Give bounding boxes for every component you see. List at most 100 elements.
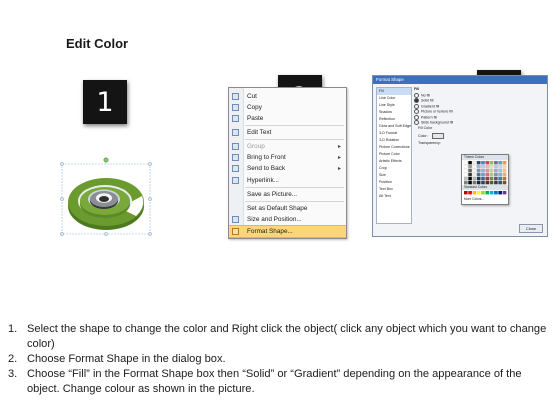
theme-color-swatch[interactable]	[494, 176, 498, 181]
menu-item-paste[interactable]: Paste	[229, 113, 346, 124]
category-item[interactable]: Line Color	[377, 95, 411, 102]
theme-color-swatch[interactable]	[472, 172, 477, 177]
category-item[interactable]: Picture Corrections	[377, 144, 411, 151]
theme-color-swatch[interactable]	[463, 180, 468, 185]
theme-color-swatch[interactable]	[463, 164, 468, 169]
theme-color-swatch[interactable]	[468, 176, 472, 181]
category-item[interactable]: Text Box	[377, 186, 411, 193]
category-item[interactable]: Reflection	[377, 116, 411, 123]
theme-color-swatch[interactable]	[494, 168, 498, 173]
category-item[interactable]: Line Style	[377, 102, 411, 109]
theme-color-swatch[interactable]	[468, 160, 472, 165]
theme-color-swatch[interactable]	[494, 164, 498, 169]
theme-color-swatch[interactable]	[481, 168, 485, 173]
category-item[interactable]: Crop	[377, 165, 411, 172]
category-item[interactable]: Size	[377, 172, 411, 179]
theme-color-swatch[interactable]	[468, 180, 472, 185]
theme-color-swatch[interactable]	[485, 176, 490, 181]
theme-color-swatch[interactable]	[481, 172, 485, 177]
theme-color-swatch[interactable]	[481, 180, 485, 185]
menu-item-format-shape[interactable]: Format Shape...	[229, 225, 346, 238]
menu-item-size-and-position[interactable]: Size and Position...	[229, 214, 346, 225]
theme-color-swatch[interactable]	[476, 164, 481, 169]
theme-color-swatch[interactable]	[494, 180, 498, 185]
theme-color-swatch[interactable]	[472, 180, 477, 185]
standard-color-swatch[interactable]	[485, 191, 490, 195]
color-dropdown-button[interactable]	[431, 133, 444, 139]
theme-color-swatch[interactable]	[481, 164, 485, 169]
standard-color-swatch[interactable]	[502, 191, 507, 195]
theme-color-swatch[interactable]	[476, 176, 481, 181]
theme-color-swatch[interactable]	[472, 160, 477, 165]
theme-color-swatch[interactable]	[498, 180, 503, 185]
theme-color-swatch[interactable]	[472, 168, 477, 173]
theme-color-swatch[interactable]	[498, 164, 503, 169]
theme-color-swatch[interactable]	[476, 180, 481, 185]
theme-color-swatch[interactable]	[472, 176, 477, 181]
theme-color-swatch[interactable]	[489, 164, 494, 169]
menu-item-set-default-shape[interactable]: Set as Default Shape	[229, 203, 346, 214]
theme-color-swatch[interactable]	[489, 172, 494, 177]
theme-color-swatch[interactable]	[485, 160, 490, 165]
menu-item-edit-text[interactable]: Edit Text	[229, 127, 346, 138]
standard-color-swatch[interactable]	[476, 191, 481, 195]
theme-color-swatch[interactable]	[489, 180, 494, 185]
category-item[interactable]: 3-D Rotation	[377, 137, 411, 144]
menu-item-hyperlink[interactable]: Hyperlink...	[229, 175, 346, 186]
theme-color-swatch[interactable]	[502, 160, 507, 165]
category-item[interactable]: 3-D Format	[377, 130, 411, 137]
theme-color-swatch[interactable]	[463, 168, 468, 173]
theme-color-swatch[interactable]	[463, 160, 468, 165]
theme-color-swatch[interactable]	[498, 172, 503, 177]
theme-color-swatch[interactable]	[476, 168, 481, 173]
theme-color-swatch[interactable]	[468, 164, 472, 169]
standard-color-swatch[interactable]	[498, 191, 502, 195]
theme-color-swatch[interactable]	[476, 172, 481, 177]
close-button[interactable]: Close	[519, 224, 543, 233]
category-item[interactable]: Alt Text	[377, 193, 411, 200]
menu-item-send-to-back[interactable]: Send to Back ▸	[229, 163, 346, 174]
theme-color-swatch[interactable]	[463, 176, 468, 181]
menu-item-cut[interactable]: Cut	[229, 91, 346, 102]
selected-spiral-shape[interactable]	[58, 152, 158, 244]
category-item[interactable]: Picture Color	[377, 151, 411, 158]
standard-color-swatch[interactable]	[464, 191, 468, 195]
more-colors-link[interactable]: More Colors...	[464, 197, 484, 201]
theme-color-swatch[interactable]	[485, 168, 490, 173]
theme-color-swatch[interactable]	[489, 176, 494, 181]
theme-color-swatch[interactable]	[485, 180, 490, 185]
theme-color-swatch[interactable]	[494, 160, 498, 165]
theme-color-swatch[interactable]	[481, 176, 485, 181]
theme-color-swatch[interactable]	[468, 168, 472, 173]
theme-color-swatch[interactable]	[502, 176, 507, 181]
standard-color-swatch[interactable]	[481, 191, 485, 195]
menu-item-save-as-picture[interactable]: Save as Picture...	[229, 189, 346, 200]
menu-item-group[interactable]: Group ▸	[229, 141, 346, 152]
theme-color-swatch[interactable]	[502, 180, 507, 185]
standard-color-swatch[interactable]	[489, 191, 494, 195]
category-item[interactable]: Artistic Effects	[377, 158, 411, 165]
theme-color-swatch[interactable]	[494, 172, 498, 177]
theme-color-swatch[interactable]	[489, 168, 494, 173]
theme-color-swatch[interactable]	[502, 168, 507, 173]
theme-color-swatch[interactable]	[498, 176, 503, 181]
menu-item-bring-to-front[interactable]: Bring to Front ▸	[229, 152, 346, 163]
standard-color-swatch[interactable]	[468, 191, 472, 195]
theme-color-swatch[interactable]	[468, 172, 472, 177]
category-item[interactable]: Position	[377, 179, 411, 186]
theme-color-swatch[interactable]	[485, 164, 490, 169]
theme-color-swatch[interactable]	[498, 160, 503, 165]
theme-color-swatch[interactable]	[502, 164, 507, 169]
category-item[interactable]: Glow and Soft Edges	[377, 123, 411, 130]
menu-item-copy[interactable]: Copy	[229, 102, 346, 113]
theme-color-swatch[interactable]	[489, 160, 494, 165]
theme-color-swatch[interactable]	[485, 172, 490, 177]
theme-color-swatch[interactable]	[498, 168, 503, 173]
standard-color-swatch[interactable]	[472, 191, 477, 195]
theme-color-swatch[interactable]	[476, 160, 481, 165]
category-item[interactable]: Fill	[377, 88, 411, 95]
theme-color-swatch[interactable]	[481, 160, 485, 165]
theme-color-swatch[interactable]	[463, 172, 468, 177]
standard-color-swatch[interactable]	[494, 191, 498, 195]
theme-color-swatch[interactable]	[472, 164, 477, 169]
